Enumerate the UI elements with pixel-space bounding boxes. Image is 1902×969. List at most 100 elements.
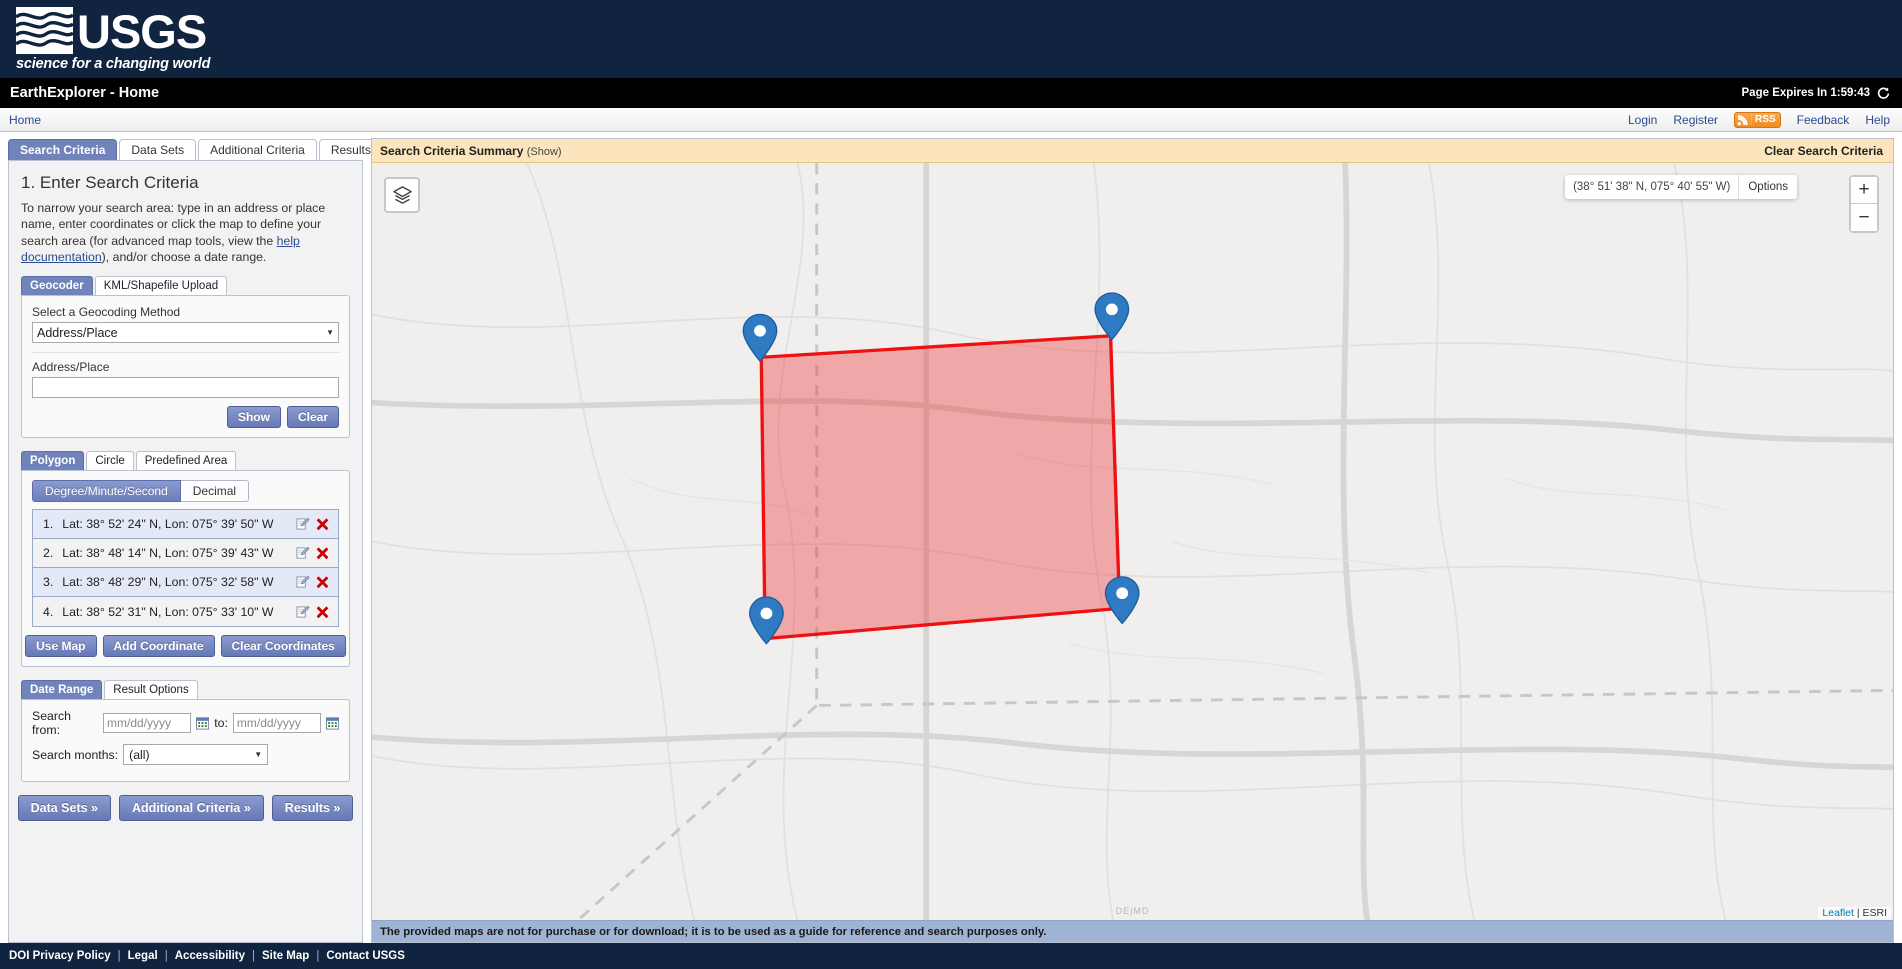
- calendar-icon[interactable]: [196, 716, 210, 730]
- rss-button[interactable]: RSS: [1734, 111, 1781, 128]
- main-content: Search Criteria Data Sets Additional Cri…: [0, 132, 1902, 943]
- subtab-polygon[interactable]: Polygon: [21, 451, 85, 471]
- leaflet-link[interactable]: Leaflet: [1822, 907, 1854, 919]
- map-panel: Search Criteria Summary (Show) Clear Sea…: [371, 138, 1894, 943]
- coordinate-value-2: Lat: 38° 48' 14" N, Lon: 075° 39' 43" W: [62, 546, 274, 561]
- edit-icon[interactable]: [295, 575, 310, 589]
- map-tiles: [372, 163, 1893, 920]
- nav-home-link[interactable]: Home: [9, 113, 41, 127]
- subtab-predefined-area[interactable]: Predefined Area: [135, 451, 237, 471]
- divider: [32, 352, 339, 354]
- delete-icon[interactable]: [316, 517, 330, 531]
- zoom-out-button[interactable]: −: [1851, 204, 1877, 231]
- main-tabstrip: Search Criteria Data Sets Additional Cri…: [8, 138, 383, 160]
- coordinate-row-4[interactable]: 4. Lat: 38° 52' 31" N, Lon: 075° 33' 10"…: [33, 597, 338, 627]
- footer-separator: |: [117, 950, 121, 962]
- search-months-label: Search months:: [32, 747, 119, 762]
- polygon-panel: Degree/Minute/Second Decimal 1. Lat: 38°…: [21, 470, 350, 668]
- use-map-button[interactable]: Use Map: [25, 635, 97, 658]
- edit-icon[interactable]: [295, 605, 310, 619]
- footer-link-accessibility[interactable]: Accessibility: [175, 950, 245, 962]
- edit-icon[interactable]: [295, 546, 310, 560]
- delete-icon[interactable]: [316, 575, 330, 589]
- toggle-degree-minute-second[interactable]: Degree/Minute/Second: [32, 480, 181, 503]
- footer-link-legal[interactable]: Legal: [128, 950, 158, 962]
- tab-data-sets[interactable]: Data Sets: [119, 139, 197, 160]
- section-heading: 1. Enter Search Criteria: [21, 173, 199, 192]
- calendar-icon[interactable]: [325, 716, 340, 730]
- subtab-date-range[interactable]: Date Range: [21, 680, 103, 700]
- summary-show-toggle[interactable]: (Show): [527, 146, 562, 158]
- search-months-value: (all): [129, 747, 150, 762]
- show-button[interactable]: Show: [226, 406, 281, 429]
- footer-separator: |: [252, 950, 256, 962]
- summary-title: Search Criteria Summary: [380, 143, 524, 158]
- footer-link-site-map[interactable]: Site Map: [262, 950, 309, 962]
- subtab-geocoder[interactable]: Geocoder: [21, 276, 93, 296]
- map-options-button[interactable]: Options: [1739, 175, 1797, 199]
- edit-icon[interactable]: [295, 517, 310, 531]
- search-from-input[interactable]: [103, 713, 192, 734]
- coordinate-index-2: 2.: [43, 546, 54, 561]
- add-coordinate-button[interactable]: Add Coordinate: [102, 635, 215, 658]
- coordinate-index-3: 3.: [43, 575, 54, 590]
- toggle-decimal[interactable]: Decimal: [180, 480, 250, 503]
- map-zoom-controls: + −: [1849, 175, 1879, 233]
- esri-attribution: ESRI: [1862, 907, 1887, 919]
- coordinate-format-toggle: Degree/Minute/Second Decimal: [32, 480, 339, 503]
- usgs-logo[interactable]: USGS science for a changing world: [16, 6, 210, 72]
- delete-icon[interactable]: [316, 546, 330, 560]
- rss-label: RSS: [1751, 114, 1776, 125]
- usgs-wave-icon: [16, 6, 73, 54]
- search-months-select[interactable]: (all) ▼: [123, 744, 269, 766]
- address-place-input[interactable]: [32, 377, 339, 399]
- nav-feedback-link[interactable]: Feedback: [1797, 113, 1850, 127]
- section-description: To narrow your search area: type in an a…: [21, 200, 350, 265]
- subtab-kml-shapefile-upload[interactable]: KML/Shapefile Upload: [94, 276, 228, 296]
- footer-link-doi-privacy-policy[interactable]: DOI Privacy Policy: [9, 950, 111, 962]
- goto-data-sets-button[interactable]: Data Sets »: [17, 795, 112, 822]
- geocoding-method-select[interactable]: Address/Place ▼: [32, 322, 339, 344]
- subtab-result-options[interactable]: Result Options: [104, 680, 198, 700]
- nav-login-link[interactable]: Login: [1628, 113, 1657, 127]
- footer-separator: |: [316, 950, 320, 962]
- address-place-label: Address/Place: [32, 360, 110, 375]
- goto-results-button[interactable]: Results »: [271, 795, 354, 822]
- refresh-icon[interactable]: [1877, 86, 1890, 100]
- footer-link-contact-usgs[interactable]: Contact USGS: [326, 950, 405, 962]
- tab-additional-criteria[interactable]: Additional Criteria: [198, 139, 317, 160]
- subtab-circle[interactable]: Circle: [86, 451, 134, 471]
- rss-icon: [1737, 114, 1748, 125]
- delete-icon[interactable]: [316, 605, 330, 619]
- layers-icon: [392, 185, 412, 204]
- chevron-down-icon: ▼: [326, 328, 334, 338]
- app-title-bar: EarthExplorer - Home Page Expires In 1:5…: [0, 78, 1902, 108]
- section-description-part2: ), and/or choose a date range.: [101, 250, 267, 265]
- search-criteria-summary-bar: Search Criteria Summary (Show) Clear Sea…: [372, 139, 1893, 163]
- search-to-input[interactable]: [232, 713, 321, 734]
- footer-separator: |: [164, 950, 168, 962]
- map-layers-button[interactable]: [384, 177, 420, 213]
- goto-additional-criteria-button[interactable]: Additional Criteria »: [119, 795, 264, 822]
- map-disclaimer: The provided maps are not for purchase o…: [372, 920, 1893, 942]
- geocoding-method-label: Select a Geocoding Method: [32, 305, 181, 320]
- coordinate-row-1[interactable]: 1. Lat: 38° 52' 24" N, Lon: 075° 39' 50"…: [33, 510, 338, 540]
- date-tabstrip: Date Range Result Options: [21, 679, 350, 700]
- coordinate-value-4: Lat: 38° 52' 31" N, Lon: 075° 33' 10" W: [62, 604, 274, 619]
- usgs-header: USGS science for a changing world: [0, 0, 1902, 78]
- coordinate-row-2[interactable]: 2. Lat: 38° 48' 14" N, Lon: 075° 39' 43"…: [33, 539, 338, 569]
- site-footer: DOI Privacy Policy | Legal | Accessibili…: [0, 943, 1902, 969]
- clear-coordinates-button[interactable]: Clear Coordinates: [220, 635, 346, 658]
- coordinate-index-1: 1.: [43, 517, 54, 532]
- zoom-in-button[interactable]: +: [1851, 177, 1877, 204]
- clear-search-criteria-button[interactable]: Clear Search Criteria: [1764, 144, 1883, 158]
- nav-help-link[interactable]: Help: [1865, 113, 1890, 127]
- step-nav-buttons: Data Sets » Additional Criteria » Result…: [17, 795, 354, 822]
- coordinate-row-3[interactable]: 3. Lat: 38° 48' 29" N, Lon: 075° 32' 58"…: [33, 568, 338, 598]
- nav-register-link[interactable]: Register: [1673, 113, 1718, 127]
- map-canvas[interactable]: (38° 51' 38" N, 075° 40' 55" W) Options …: [372, 163, 1893, 920]
- tab-search-criteria[interactable]: Search Criteria: [8, 139, 118, 160]
- coordinate-list: 1. Lat: 38° 52' 24" N, Lon: 075° 39' 50"…: [32, 509, 339, 628]
- clear-button[interactable]: Clear: [286, 406, 339, 429]
- coordinate-value-3: Lat: 38° 48' 29" N, Lon: 075° 32' 58" W: [62, 575, 274, 590]
